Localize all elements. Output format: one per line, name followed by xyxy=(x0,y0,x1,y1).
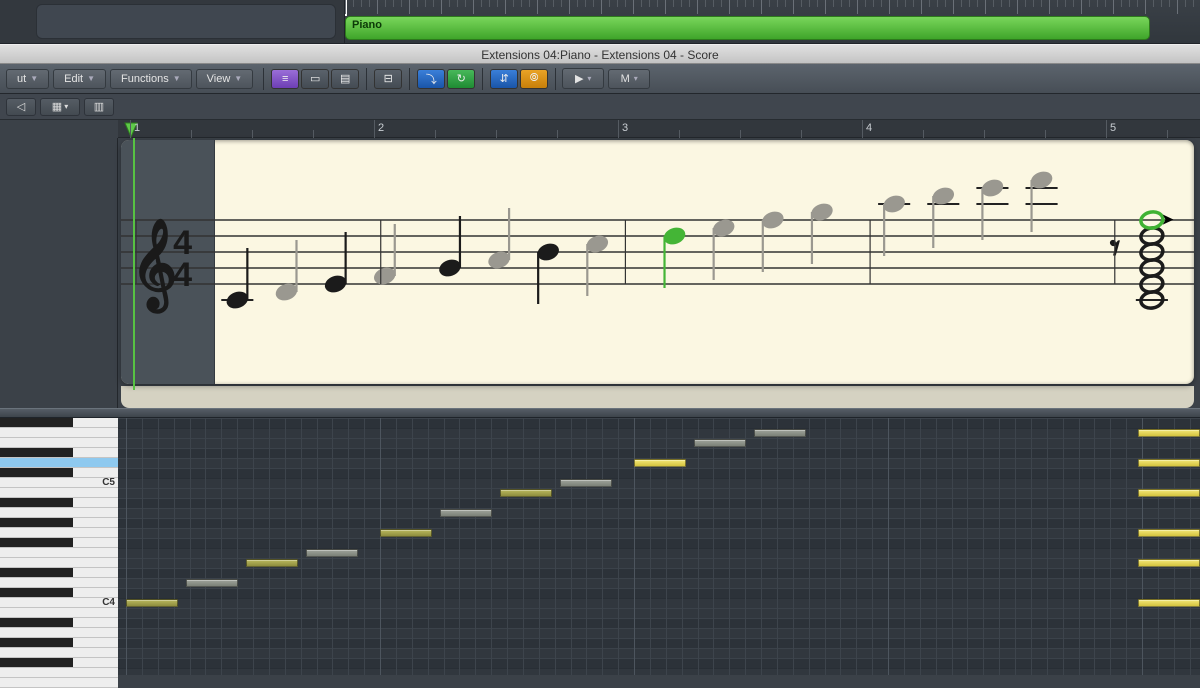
sliders-icon: ⊟ xyxy=(384,72,393,85)
midi-note[interactable] xyxy=(560,479,612,487)
svg-text:4: 4 xyxy=(173,256,192,294)
score-local-toolbar: ◁ ▦▾ ▥ xyxy=(0,94,1200,120)
filter-button[interactable]: ⇵ xyxy=(490,69,518,89)
chevron-down-icon: ▼ xyxy=(234,74,242,83)
link-button[interactable]: ⦾ xyxy=(520,69,548,89)
set-view-button[interactable]: ▦▾ xyxy=(40,98,80,116)
piano-keys-gutter: C5 C4 xyxy=(0,418,118,675)
chevron-down-icon: ▼ xyxy=(30,74,38,83)
piano-roll: C5 C4 xyxy=(0,418,1200,675)
chevron-down-icon: ▾ xyxy=(64,102,68,111)
view-page-button[interactable]: ▭ xyxy=(301,69,329,89)
layout-label: ut xyxy=(17,73,26,85)
score-area: 𝄞44𝄾➤ xyxy=(0,138,1200,408)
bar-number: 1 xyxy=(134,122,140,134)
score-paper: 𝄞44𝄾➤ xyxy=(121,140,1194,384)
link-icon: ⦾ xyxy=(530,72,539,85)
lines-icon: ≡ xyxy=(282,73,288,85)
page-icon: ▭ xyxy=(310,72,320,85)
midi-note[interactable] xyxy=(1138,599,1200,607)
region-piano[interactable]: Piano xyxy=(345,16,1150,40)
separator xyxy=(555,68,556,90)
paper-shadow xyxy=(121,386,1194,408)
chevron-down-icon: ▼ xyxy=(87,74,95,83)
midi-note[interactable] xyxy=(754,429,806,437)
layout-menu[interactable]: ut ▼ xyxy=(6,69,49,89)
marquee-tool[interactable]: M▾ xyxy=(608,69,650,89)
arrangement-strip: Piano xyxy=(0,0,1200,44)
filter-icon: ⇵ xyxy=(500,72,509,85)
midi-note[interactable] xyxy=(1138,559,1200,567)
midi-note[interactable] xyxy=(440,509,492,517)
midi-note[interactable] xyxy=(500,489,552,497)
piano-roll-grid[interactable] xyxy=(118,418,1200,675)
functions-menu[interactable]: Functions ▼ xyxy=(110,69,192,89)
midi-note[interactable] xyxy=(1138,429,1200,437)
track-header-area xyxy=(0,0,345,43)
back-button[interactable]: ◁ xyxy=(6,98,36,116)
svg-text:➤: ➤ xyxy=(1162,211,1174,227)
cycle-button[interactable]: ↻ xyxy=(447,69,475,89)
arrange-ruler[interactable]: Piano xyxy=(345,0,1200,43)
midi-note[interactable] xyxy=(634,459,686,467)
marquee-label: M xyxy=(621,73,630,85)
track-header[interactable] xyxy=(36,4,336,39)
cycle-icon: ↻ xyxy=(457,72,466,85)
midi-note[interactable] xyxy=(1138,529,1200,537)
key-label: C4 xyxy=(102,597,115,608)
midi-note[interactable] xyxy=(1138,489,1200,497)
score-menubar: ut▼ Edit▼ Functions▼ View▼ ≡ ▭ ▤ ⊟ ⤵ ↻ ⇵… xyxy=(0,64,1200,94)
separator xyxy=(482,68,483,90)
back-icon: ◁ xyxy=(17,100,25,113)
functions-label: Functions xyxy=(121,73,169,85)
set-view2-button[interactable]: ▥ xyxy=(84,98,114,116)
score-track-gutter xyxy=(0,138,118,408)
score-canvas[interactable]: 𝄞44𝄾➤ xyxy=(118,138,1200,408)
staff-svg: 𝄞44𝄾➤ xyxy=(121,140,1194,384)
bar-number: 5 xyxy=(1110,122,1116,134)
view-linear-button[interactable]: ≡ xyxy=(271,69,299,89)
score-ruler[interactable]: 1 2 3 4 5 xyxy=(118,120,1200,138)
chevron-down-icon: ▾ xyxy=(587,74,591,83)
edit-menu[interactable]: Edit ▼ xyxy=(53,69,106,89)
view-text-button[interactable]: ▤ xyxy=(331,69,359,89)
bar-number: 4 xyxy=(866,122,872,134)
inspector-button[interactable]: ⊟ xyxy=(374,69,402,89)
separator xyxy=(409,68,410,90)
chevron-down-icon: ▾ xyxy=(634,74,638,83)
midi-in-icon: ⤵ xyxy=(426,71,437,87)
midi-in-button[interactable]: ⤵ xyxy=(417,69,445,89)
edit-label: Edit xyxy=(64,73,83,85)
window-titlebar: Extensions 04:Piano - Extensions 04 - Sc… xyxy=(0,44,1200,64)
midi-note[interactable] xyxy=(1138,459,1200,467)
midi-note[interactable] xyxy=(126,599,178,607)
grid2-icon: ▥ xyxy=(94,100,104,113)
piano-keyboard[interactable]: C5 C4 xyxy=(0,418,118,675)
bar-number: 3 xyxy=(622,122,628,134)
midi-note[interactable] xyxy=(246,559,298,567)
view-label: View xyxy=(207,73,231,85)
separator xyxy=(366,68,367,90)
svg-text:𝄞: 𝄞 xyxy=(131,218,177,315)
view-menu[interactable]: View▼ xyxy=(196,69,254,89)
key-label: C5 xyxy=(102,477,115,488)
pointer-icon: ▶ xyxy=(575,72,583,85)
midi-note[interactable] xyxy=(694,439,746,447)
bar-number: 2 xyxy=(378,122,384,134)
midi-note[interactable] xyxy=(306,549,358,557)
pointer-tool[interactable]: ▶▾ xyxy=(562,68,604,89)
grid-icon: ▦ xyxy=(52,100,62,113)
midi-note[interactable] xyxy=(380,529,432,537)
text-icon: ▤ xyxy=(340,72,350,85)
chevron-down-icon: ▼ xyxy=(173,74,181,83)
pane-divider[interactable] xyxy=(0,408,1200,418)
separator xyxy=(263,68,264,90)
midi-note[interactable] xyxy=(186,579,238,587)
window-title: Extensions 04:Piano - Extensions 04 - Sc… xyxy=(481,48,718,62)
score-play-line xyxy=(133,138,135,390)
region-label: Piano xyxy=(352,19,382,31)
